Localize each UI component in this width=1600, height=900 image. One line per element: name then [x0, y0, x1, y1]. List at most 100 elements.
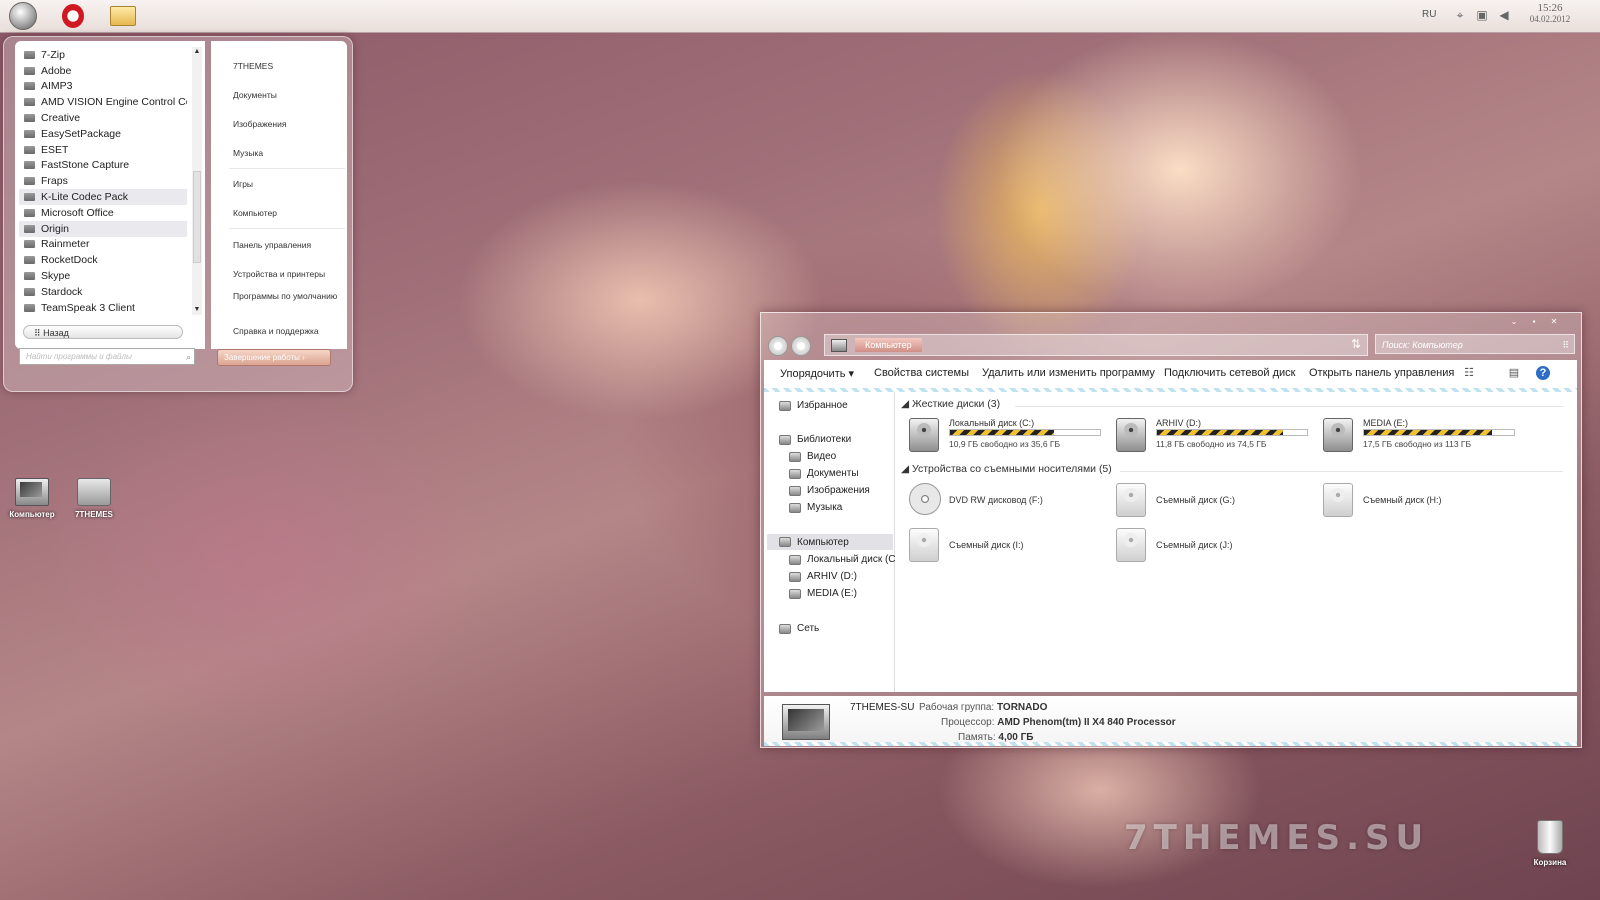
- nav-documents[interactable]: Документы: [789, 468, 859, 479]
- nav-libraries[interactable]: Библиотеки: [779, 434, 851, 445]
- link-pictures[interactable]: Изображения: [233, 119, 343, 130]
- address-bar[interactable]: Компьютер ⇅: [824, 334, 1368, 356]
- programs-pane: 7-Zip Adobe AIMP3 AMD VISION Engine Control…: [15, 41, 205, 349]
- navigation-pane: Избранное Библиотеки Видео Документы Изо…: [764, 392, 902, 692]
- program-item[interactable]: FastStone Capture: [19, 158, 187, 174]
- breadcrumb-computer[interactable]: Компьютер: [855, 338, 922, 352]
- organize-button[interactable]: Упорядочить ▾: [780, 367, 854, 380]
- program-item[interactable]: Rainmeter: [19, 237, 187, 253]
- forward-nav-button[interactable]: [791, 336, 811, 356]
- back-nav-button[interactable]: [768, 336, 788, 356]
- start-button[interactable]: [8, 2, 38, 30]
- nav-drive-e[interactable]: MEDIA (E:): [789, 588, 857, 599]
- desktop-icon-7themes[interactable]: 7THEMES: [62, 478, 126, 519]
- nav-network[interactable]: Сеть: [779, 623, 819, 634]
- link-default-programs[interactable]: Программы по умолчанию: [233, 291, 343, 302]
- close-icon[interactable]: ✕: [1545, 316, 1563, 328]
- group-hard-drives[interactable]: ◢ Жесткие диски (3): [901, 398, 1000, 410]
- minimize-icon[interactable]: ⌄: [1505, 316, 1523, 328]
- hard-drive-item[interactable]: MEDIA (E:) 17,5 ГБ свободно из 113 ГБ: [1323, 418, 1533, 454]
- clock[interactable]: 15:26 04.02.2012: [1526, 2, 1574, 24]
- refresh-icon[interactable]: ⇅: [1351, 337, 1361, 351]
- computer-icon: [15, 478, 49, 506]
- group-label: Устройства со съемными носителями (5): [912, 463, 1112, 475]
- nav-computer[interactable]: Компьютер: [767, 534, 893, 550]
- program-item[interactable]: Origin: [19, 220, 187, 237]
- nav-label: MEDIA (E:): [807, 588, 858, 599]
- drive-name: Локальный диск (C:): [949, 418, 1035, 428]
- help-icon[interactable]: ?: [1536, 366, 1550, 380]
- program-item[interactable]: RocketDock: [19, 252, 187, 268]
- program-item[interactable]: Creative: [19, 110, 187, 126]
- link-computer[interactable]: Компьютер: [233, 208, 343, 219]
- volume-icon[interactable]: ◀: [1497, 8, 1511, 22]
- program-item[interactable]: AMD VISION Engine Control Center: [19, 94, 187, 110]
- scroll-up-icon[interactable]: ▲: [192, 47, 202, 57]
- drive-icon: [789, 554, 801, 565]
- system-properties-button[interactable]: Свойства системы: [874, 367, 969, 379]
- maximize-icon[interactable]: ▪: [1525, 316, 1543, 328]
- language-indicator[interactable]: RU: [1422, 9, 1436, 20]
- program-item[interactable]: Stardock: [19, 284, 187, 300]
- nav-label: Библиотеки: [797, 434, 852, 445]
- taskbar-opera[interactable]: [58, 2, 88, 30]
- drive-usage-fill: [1364, 430, 1492, 435]
- program-item[interactable]: Adobe: [19, 63, 187, 79]
- start-search-input[interactable]: Найти программы и файлы ⌕: [19, 348, 195, 365]
- link-documents[interactable]: Документы: [233, 90, 343, 101]
- program-item[interactable]: K-Lite Codec Pack: [19, 189, 187, 205]
- program-label: EasySetPackage: [41, 127, 121, 140]
- desktop-icon-computer[interactable]: Компьютер: [0, 478, 64, 519]
- network-icon[interactable]: ▣: [1475, 8, 1489, 22]
- nav-drive-c[interactable]: Локальный диск (C:): [789, 554, 902, 565]
- nav-pictures[interactable]: Изображения: [789, 485, 870, 496]
- nav-label: Компьютер: [797, 536, 849, 548]
- shutdown-button[interactable]: Завершение работы ›: [217, 349, 331, 366]
- separator: [229, 168, 345, 169]
- uninstall-program-button[interactable]: Удалить или изменить программу: [982, 367, 1155, 379]
- link-music[interactable]: Музыка: [233, 148, 343, 159]
- drive-name: DVD RW дисковод (F:): [949, 495, 1043, 505]
- programs-scrollbar[interactable]: ▲ ▼: [192, 47, 202, 315]
- removable-drive-item[interactable]: Съемный диск (H:): [1323, 483, 1533, 519]
- taskbar-explorer[interactable]: [108, 2, 138, 30]
- back-button[interactable]: ⠿ Назад: [23, 325, 183, 339]
- desktop-icon-label: Компьютер: [9, 510, 55, 519]
- nav-favorites[interactable]: Избранное: [779, 400, 848, 411]
- group-removable[interactable]: ◢ Устройства со съемными носителями (5): [901, 463, 1112, 475]
- program-item[interactable]: AIMP3: [19, 79, 187, 95]
- removable-drive-item[interactable]: Съемный диск (J:): [1116, 528, 1326, 564]
- link-7themes[interactable]: 7THEMES: [233, 61, 343, 72]
- removable-drive-item[interactable]: DVD RW дисковод (F:): [909, 483, 1119, 519]
- removable-drive-item[interactable]: Съемный диск (G:): [1116, 483, 1326, 519]
- explorer-search-input[interactable]: Поиск: Компьютер ⠿: [1375, 334, 1575, 354]
- program-item[interactable]: Fraps: [19, 173, 187, 189]
- drive-usage-bar: [949, 429, 1101, 436]
- program-item[interactable]: Skype: [19, 268, 187, 284]
- nav-video[interactable]: Видео: [789, 451, 836, 462]
- link-help-support[interactable]: Справка и поддержка: [233, 326, 343, 337]
- link-control-panel[interactable]: Панель управления: [233, 240, 343, 251]
- hard-drive-item[interactable]: ARHIV (D:) 11,8 ГБ свободно из 74,5 ГБ: [1116, 418, 1326, 454]
- nav-music[interactable]: Музыка: [789, 502, 842, 513]
- nav-drive-d[interactable]: ARHIV (D:): [789, 571, 857, 582]
- view-options-icon[interactable]: ☷: [1462, 366, 1476, 380]
- scroll-down-icon[interactable]: ▼: [192, 305, 202, 315]
- scroll-thumb[interactable]: [193, 171, 201, 263]
- program-item[interactable]: EasySetPackage: [19, 126, 187, 142]
- link-devices-printers[interactable]: Устройства и принтеры: [233, 269, 343, 280]
- program-item[interactable]: Microsoft Office: [19, 205, 187, 221]
- removable-drive-item[interactable]: Съемный диск (I:): [909, 528, 1119, 564]
- map-network-drive-button[interactable]: Подключить сетевой диск: [1164, 367, 1295, 379]
- program-label: Stardock: [41, 285, 83, 298]
- program-item[interactable]: 7-Zip: [19, 47, 187, 63]
- link-games[interactable]: Игры: [233, 179, 343, 190]
- hard-drive-item[interactable]: Локальный диск (C:) 10,9 ГБ свободно из 3…: [909, 418, 1119, 454]
- open-control-panel-button[interactable]: Открыть панель управления: [1309, 367, 1454, 379]
- program-item[interactable]: ESET: [19, 142, 187, 158]
- desktop-icon-recycle-bin[interactable]: Корзина: [1518, 820, 1582, 867]
- action-center-icon[interactable]: ⌖: [1453, 8, 1467, 22]
- nav-label: Избранное: [797, 400, 848, 411]
- program-item[interactable]: TeamSpeak 3 Client: [19, 300, 187, 316]
- preview-pane-icon[interactable]: ▤: [1507, 366, 1521, 380]
